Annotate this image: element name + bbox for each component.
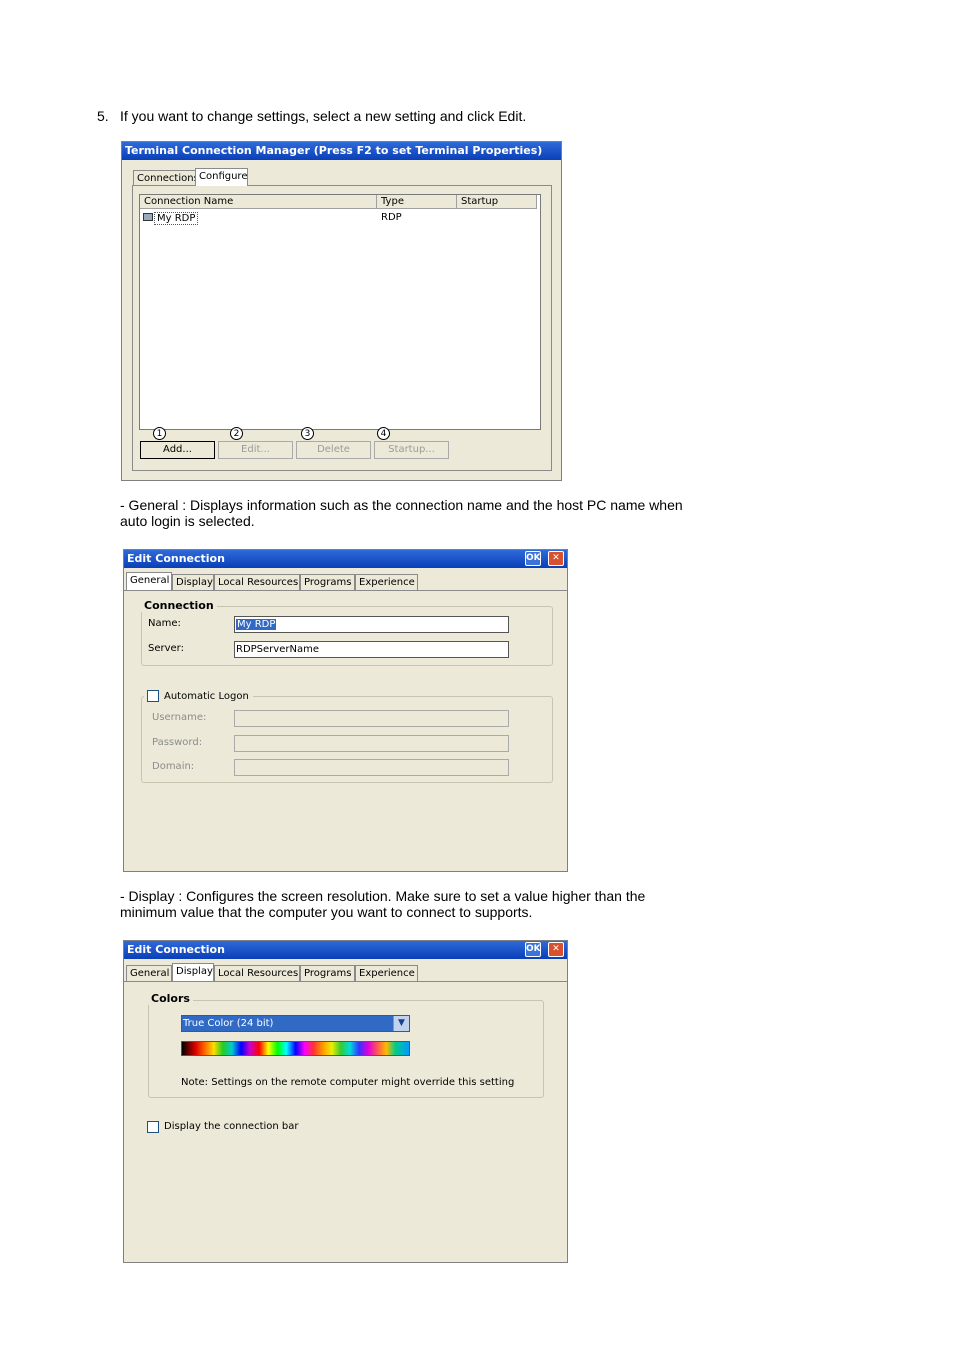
column-connection-name[interactable]: Connection Name xyxy=(140,195,377,209)
server-label: Server: xyxy=(148,643,184,654)
tab-general[interactable]: General xyxy=(126,965,172,981)
tab-strip-line xyxy=(124,590,567,591)
tcm-title-bar: Terminal Connection Manager (Press F2 to… xyxy=(122,142,561,160)
connection-list[interactable]: Connection Name Type Startup My RDP RDP xyxy=(139,194,541,430)
automatic-logon-label[interactable]: Automatic Logon xyxy=(164,691,249,702)
tab-display[interactable]: Display xyxy=(172,574,214,590)
startup-button[interactable]: Startup... xyxy=(374,441,449,459)
color-depth-value: True Color (24 bit) xyxy=(183,1018,274,1029)
tab-programs[interactable]: Programs xyxy=(300,574,355,590)
chevron-down-icon[interactable]: ▼ xyxy=(393,1016,409,1031)
delete-button[interactable]: Delete xyxy=(296,441,371,459)
tab-display[interactable]: Display xyxy=(172,963,214,981)
tab-connections[interactable]: Connections xyxy=(133,170,199,186)
general-description-line1: - General : Displays information such as… xyxy=(120,497,683,513)
name-field[interactable]: My RDP xyxy=(234,616,509,633)
ok-button[interactable]: OK xyxy=(525,551,541,566)
close-icon[interactable]: ✕ xyxy=(548,551,564,566)
password-field xyxy=(234,735,509,752)
tcm-tab-panel: Connection Name Type Startup My RDP RDP … xyxy=(132,185,552,471)
display-description-line1: - Display : Configures the screen resolu… xyxy=(120,888,646,904)
automatic-logon-checkbox[interactable] xyxy=(147,690,159,702)
tab-configure[interactable]: Configure xyxy=(195,168,248,186)
automatic-logon-header: Automatic Logon xyxy=(144,689,253,705)
ok-button[interactable]: OK xyxy=(525,942,541,957)
tab-programs[interactable]: Programs xyxy=(300,965,355,981)
name-label: Name: xyxy=(148,618,181,629)
tab-local-resources[interactable]: Local Resources xyxy=(214,574,300,590)
connection-name-cell: My RDP xyxy=(154,212,199,225)
general-description-line2: auto login is selected. xyxy=(120,513,255,529)
edit-general-title-bar: Edit Connection xyxy=(124,550,567,568)
connection-bar-checkbox[interactable] xyxy=(147,1121,159,1133)
column-startup[interactable]: Startup xyxy=(457,195,537,209)
server-field[interactable]: RDPServerName xyxy=(234,641,509,658)
display-description-line2: minimum value that the computer you want… xyxy=(120,904,533,920)
username-field xyxy=(234,710,509,727)
color-spectrum-bar xyxy=(181,1041,410,1056)
edit-connection-general-window: Edit Connection OK ✕ General Display Loc… xyxy=(123,549,568,872)
settings-note: Note: Settings on the remote computer mi… xyxy=(181,1077,515,1088)
tab-experience[interactable]: Experience xyxy=(355,574,418,590)
color-depth-select[interactable]: True Color (24 bit) ▼ xyxy=(181,1015,410,1032)
edit-button[interactable]: Edit... xyxy=(218,441,293,459)
marker-1: 1 xyxy=(153,427,166,440)
terminal-connection-manager-window: Terminal Connection Manager (Press F2 to… xyxy=(121,141,562,481)
edit-display-title-bar: Edit Connection xyxy=(124,941,567,959)
username-label: Username: xyxy=(152,712,207,723)
close-icon[interactable]: ✕ xyxy=(548,942,564,957)
marker-3: 3 xyxy=(301,427,314,440)
column-type[interactable]: Type xyxy=(377,195,457,209)
domain-label: Domain: xyxy=(152,761,195,772)
table-row[interactable]: My RDP RDP xyxy=(143,212,538,225)
tab-experience[interactable]: Experience xyxy=(355,965,418,981)
tab-general[interactable]: General xyxy=(126,572,172,590)
connection-group-label: Connection xyxy=(141,599,217,612)
step-text: If you want to change settings, select a… xyxy=(120,108,527,124)
add-button[interactable]: Add... xyxy=(140,441,215,459)
name-value: My RDP xyxy=(236,619,277,630)
marker-4: 4 xyxy=(377,427,390,440)
marker-2: 2 xyxy=(230,427,243,440)
tab-local-resources[interactable]: Local Resources xyxy=(214,965,300,981)
connection-bar-label[interactable]: Display the connection bar xyxy=(164,1121,299,1132)
edit-connection-display-window: Edit Connection OK ✕ General Display Loc… xyxy=(123,940,568,1263)
domain-field xyxy=(234,759,509,776)
tab-strip-line xyxy=(124,981,567,982)
password-label: Password: xyxy=(152,737,203,748)
computer-icon xyxy=(143,213,153,221)
connection-type-cell: RDP xyxy=(381,212,402,223)
colors-group-label: Colors xyxy=(148,992,193,1005)
step-number: 5. xyxy=(97,108,109,124)
